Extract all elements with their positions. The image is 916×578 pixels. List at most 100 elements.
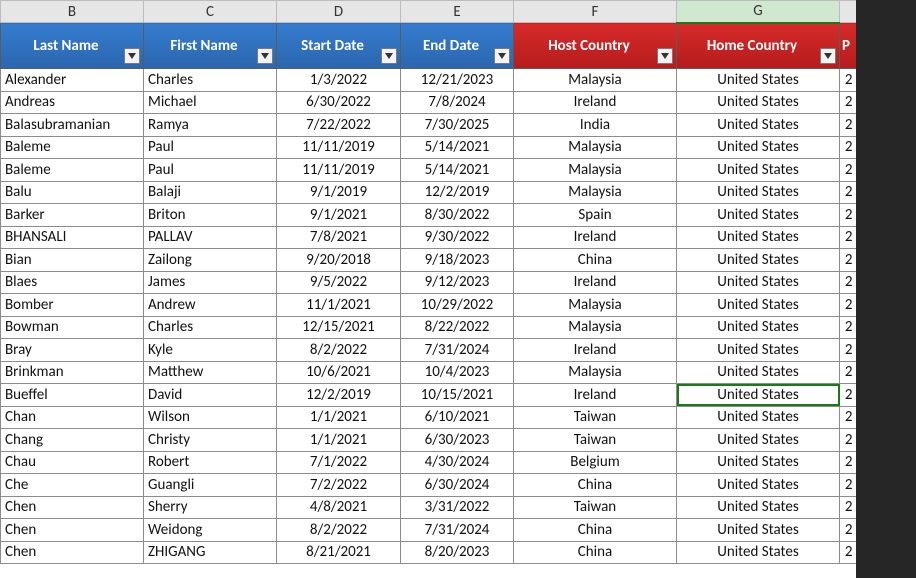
cell[interactable]: 7/2/2022 (277, 474, 401, 497)
cell[interactable]: 2 (840, 361, 857, 384)
cell[interactable]: 2 (840, 159, 857, 182)
cell[interactable]: Balu (1, 181, 144, 204)
cell[interactable]: 9/5/2022 (277, 271, 401, 294)
cell[interactable]: Balasubramanian (1, 114, 144, 137)
cell[interactable]: Ramya (144, 114, 277, 137)
cell[interactable]: Ireland (514, 271, 677, 294)
column-heading-B[interactable]: B (1, 1, 144, 23)
cell[interactable]: Robert (144, 451, 277, 474)
cell[interactable]: 4/8/2021 (277, 496, 401, 519)
cell[interactable]: Andrew (144, 294, 277, 317)
cell[interactable]: 7/31/2024 (401, 519, 514, 542)
cell[interactable]: Bowman (1, 316, 144, 339)
cell[interactable]: 4/30/2024 (401, 451, 514, 474)
cell[interactable]: Taiwan (514, 496, 677, 519)
cell[interactable]: Ireland (514, 91, 677, 114)
cell[interactable]: 10/29/2022 (401, 294, 514, 317)
cell[interactable]: Matthew (144, 361, 277, 384)
cell[interactable]: 2 (840, 316, 857, 339)
cell[interactable]: Ireland (514, 384, 677, 407)
cell[interactable]: Kyle (144, 339, 277, 362)
cell[interactable]: 5/14/2021 (401, 136, 514, 159)
cell[interactable]: Malaysia (514, 316, 677, 339)
cell[interactable]: 2 (840, 271, 857, 294)
cell[interactable]: United States (677, 361, 840, 384)
cell[interactable]: 8/30/2022 (401, 204, 514, 227)
cell[interactable]: Chan (1, 406, 144, 429)
cell[interactable]: 7/8/2021 (277, 226, 401, 249)
cell[interactable]: 2 (840, 429, 857, 452)
cell[interactable]: United States (677, 204, 840, 227)
cell[interactable]: David (144, 384, 277, 407)
cell[interactable]: Chau (1, 451, 144, 474)
cell[interactable]: Andreas (1, 91, 144, 114)
cell[interactable]: 9/30/2022 (401, 226, 514, 249)
cell[interactable]: Taiwan (514, 406, 677, 429)
cell[interactable]: United States (677, 294, 840, 317)
cell[interactable]: 8/22/2022 (401, 316, 514, 339)
cell[interactable]: 9/1/2021 (277, 204, 401, 227)
cell[interactable]: United States (677, 114, 840, 137)
cell[interactable]: 10/6/2021 (277, 361, 401, 384)
column-heading-C[interactable]: C (144, 1, 277, 23)
cell[interactable]: 11/11/2019 (277, 159, 401, 182)
cell[interactable]: Baleme (1, 159, 144, 182)
cell[interactable]: 6/30/2022 (277, 91, 401, 114)
cell[interactable]: 2 (840, 181, 857, 204)
cell[interactable]: 10/15/2021 (401, 384, 514, 407)
cell[interactable]: 6/10/2021 (401, 406, 514, 429)
cell[interactable]: India (514, 114, 677, 137)
cell[interactable]: 1/3/2022 (277, 69, 401, 92)
cell[interactable]: 2 (840, 541, 857, 564)
cell[interactable]: 2 (840, 406, 857, 429)
cell[interactable]: Ireland (514, 339, 677, 362)
cell[interactable]: United States (677, 159, 840, 182)
header-cell-home-country[interactable]: Home Country (677, 23, 840, 69)
cell[interactable]: 7/8/2024 (401, 91, 514, 114)
cell[interactable]: 5/14/2021 (401, 159, 514, 182)
cell[interactable]: Guangli (144, 474, 277, 497)
cell[interactable]: 2 (840, 91, 857, 114)
cell[interactable]: Bueffel (1, 384, 144, 407)
filter-dropdown-icon[interactable] (381, 48, 397, 64)
cell[interactable]: Michael (144, 91, 277, 114)
cell[interactable]: 6/30/2024 (401, 474, 514, 497)
cell[interactable]: Malaysia (514, 159, 677, 182)
cell[interactable]: 8/21/2021 (277, 541, 401, 564)
cell[interactable]: Sherry (144, 496, 277, 519)
cell[interactable]: Zailong (144, 249, 277, 272)
cell[interactable]: 7/30/2025 (401, 114, 514, 137)
cell[interactable]: 11/11/2019 (277, 136, 401, 159)
cell[interactable]: Christy (144, 429, 277, 452)
cell[interactable]: 2 (840, 384, 857, 407)
cell[interactable]: United States (677, 316, 840, 339)
cell[interactable]: Paul (144, 136, 277, 159)
cell[interactable]: Chen (1, 496, 144, 519)
header-cell-first-name[interactable]: First Name (144, 23, 277, 69)
cell[interactable]: United States (677, 451, 840, 474)
cell[interactable]: Alexander (1, 69, 144, 92)
cell[interactable]: Briton (144, 204, 277, 227)
cell[interactable]: 1/1/2021 (277, 429, 401, 452)
cell[interactable]: 8/2/2022 (277, 339, 401, 362)
cell[interactable]: China (514, 249, 677, 272)
cell[interactable]: United States (677, 249, 840, 272)
cell[interactable]: 7/22/2022 (277, 114, 401, 137)
filter-dropdown-icon[interactable] (494, 48, 510, 64)
header-cell-p[interactable]: P (840, 23, 857, 69)
cell[interactable]: Charles (144, 316, 277, 339)
cell[interactable]: United States (677, 226, 840, 249)
filter-dropdown-icon[interactable] (657, 48, 673, 64)
cell[interactable]: 12/15/2021 (277, 316, 401, 339)
cell[interactable]: Spain (514, 204, 677, 227)
filter-dropdown-icon[interactable] (257, 48, 273, 64)
cell[interactable]: United States (677, 136, 840, 159)
cell[interactable]: Che (1, 474, 144, 497)
cell[interactable]: Chen (1, 541, 144, 564)
cell[interactable]: 2 (840, 339, 857, 362)
cell[interactable]: United States (677, 69, 840, 92)
cell[interactable]: 12/21/2023 (401, 69, 514, 92)
cell[interactable]: Balaji (144, 181, 277, 204)
cell[interactable]: 2 (840, 519, 857, 542)
cell[interactable]: 2 (840, 69, 857, 92)
